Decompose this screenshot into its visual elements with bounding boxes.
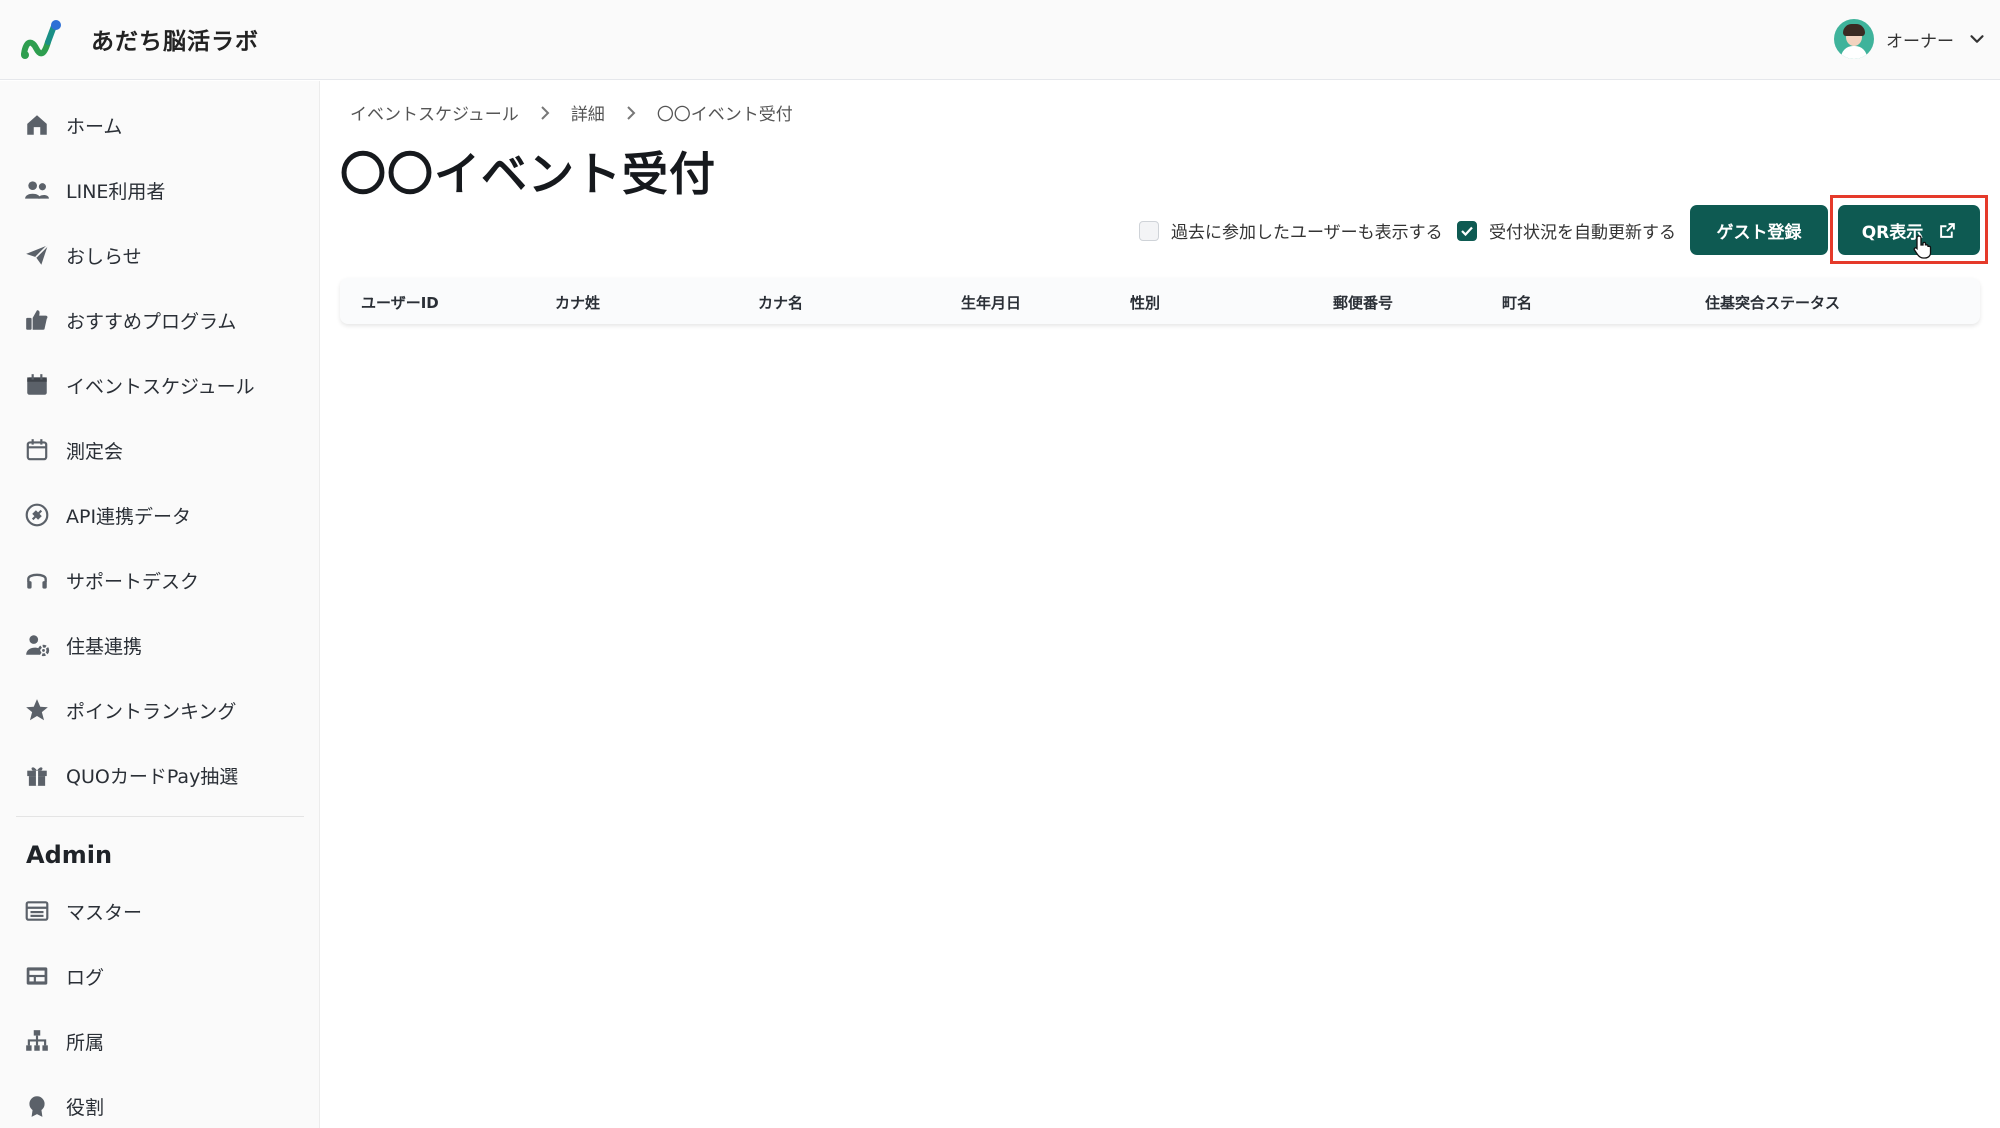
plug-icon (22, 500, 52, 530)
sidebar-item-label: 役割 (66, 1096, 105, 1119)
sidebar-item-label: 所属 (66, 1031, 105, 1054)
sidebar-item-label: マスター (66, 901, 143, 924)
badge-icon (22, 1091, 52, 1121)
sidebar-item-quo-lottery[interactable]: QUOカードPay抽選 (22, 755, 302, 795)
app-logo-icon[interactable] (18, 18, 62, 62)
sidebar-item-label: 測定会 (66, 440, 124, 463)
home-icon (22, 110, 52, 140)
column-header[interactable]: 生年月日 (961, 292, 1021, 313)
sidebar: ホーム LINE利用者 おしらせ おすすめプログラム イベントスケジュール 測定… (0, 81, 320, 1128)
sidebar-item-home[interactable]: ホーム (22, 105, 302, 145)
column-header[interactable]: 郵便番号 (1333, 292, 1393, 313)
chevron-down-icon[interactable] (1966, 28, 1988, 50)
sidebar-item-master[interactable]: マスター (22, 891, 302, 931)
column-header[interactable]: 町名 (1502, 292, 1532, 313)
sidebar-item-support-desk[interactable]: サポートデスク (22, 560, 302, 600)
sidebar-item-label: おすすめプログラム (66, 310, 237, 333)
sitemap-icon (22, 1026, 52, 1056)
sidebar-item-label: ポイントランキング (66, 700, 237, 723)
breadcrumb-item-current: 〇〇イベント受付 (656, 105, 793, 125)
paper-plane-icon (22, 240, 52, 270)
qr-button-highlight (1830, 195, 1988, 264)
sidebar-item-point-ranking[interactable]: ポイントランキング (22, 690, 302, 730)
app-title[interactable]: あだち脳活ラボ (91, 22, 259, 56)
list-icon (22, 896, 52, 926)
page-title: 〇〇イベント受付 (340, 147, 716, 201)
app-header: あだち脳活ラボ オーナー (0, 0, 2000, 80)
sidebar-item-label: サポートデスク (66, 570, 200, 593)
user-menu[interactable]: オーナー (1834, 18, 1988, 60)
column-header[interactable]: カナ姓 (555, 292, 600, 313)
hand-cursor-icon (1913, 235, 1932, 259)
sidebar-item-log[interactable]: ログ (22, 956, 302, 996)
sidebar-item-measurement[interactable]: 測定会 (22, 430, 302, 470)
sidebar-item-notices[interactable]: おしらせ (22, 235, 302, 275)
sidebar-item-label: おしらせ (66, 245, 142, 268)
users-icon (22, 175, 52, 205)
star-icon (22, 695, 52, 725)
gift-icon (22, 760, 52, 790)
sidebar-item-label: ログ (66, 966, 105, 989)
sidebar-item-label: 住基連携 (66, 635, 143, 658)
guest-register-label: ゲスト登録 (1716, 222, 1802, 243)
headset-icon (22, 565, 52, 595)
admin-heading: Admin (26, 841, 113, 869)
column-header[interactable]: 住基突合ステータス (1705, 292, 1840, 313)
chevron-right-icon (627, 105, 636, 120)
chevron-right-icon (541, 105, 550, 120)
sidebar-item-label: QUOカードPay抽選 (66, 765, 239, 788)
column-header[interactable]: ユーザーID (361, 292, 439, 313)
sidebar-item-label: API連携データ (66, 505, 192, 528)
guest-register-button[interactable]: ゲスト登録 (1690, 205, 1828, 255)
sidebar-item-affiliation[interactable]: 所属 (22, 1021, 302, 1061)
thumbs-up-icon (22, 305, 52, 335)
sidebar-item-recommended-programs[interactable]: おすすめプログラム (22, 300, 302, 340)
calendar-outline-icon (22, 435, 52, 465)
user-name[interactable]: オーナー (1886, 27, 1954, 52)
user-gear-icon (22, 630, 52, 660)
breadcrumb-item-detail[interactable]: 詳細 (571, 100, 605, 125)
check-icon (1461, 226, 1473, 236)
avatar[interactable] (1834, 19, 1874, 59)
show-past-users-label[interactable]: 過去に参加したユーザーも表示する (1171, 218, 1443, 243)
checkbox-box[interactable] (1139, 220, 1159, 241)
sidebar-item-label: LINE利用者 (66, 180, 166, 203)
sidebar-item-role[interactable]: 役割 (22, 1086, 302, 1126)
show-past-users-checkbox[interactable]: 過去に参加したユーザーも表示する (1139, 218, 1443, 243)
calendar-icon (22, 370, 52, 400)
table-header: ユーザーID カナ姓 カナ名 生年月日 性別 郵便番号 町名 住基突合ステータス (340, 278, 1980, 324)
column-header[interactable]: 性別 (1130, 292, 1160, 313)
checkbox-box-checked[interactable] (1457, 220, 1477, 241)
auto-refresh-label[interactable]: 受付状況を自動更新する (1489, 218, 1676, 243)
sidebar-item-resident-registry[interactable]: 住基連携 (22, 625, 302, 665)
sidebar-item-api-data[interactable]: API連携データ (22, 495, 302, 535)
log-icon (22, 961, 52, 991)
breadcrumb: イベントスケジュール 詳細 〇〇イベント受付 (350, 100, 793, 125)
auto-refresh-checkbox[interactable]: 受付状況を自動更新する (1457, 218, 1676, 243)
sidebar-item-label: ホーム (66, 115, 123, 138)
breadcrumb-item-event-schedule[interactable]: イベントスケジュール (350, 100, 519, 125)
sidebar-item-label: イベントスケジュール (66, 375, 255, 398)
column-header[interactable]: カナ名 (758, 292, 803, 313)
sidebar-item-event-schedule[interactable]: イベントスケジュール (22, 365, 302, 405)
sidebar-item-line-users[interactable]: LINE利用者 (22, 170, 302, 210)
sidebar-divider (16, 816, 304, 817)
